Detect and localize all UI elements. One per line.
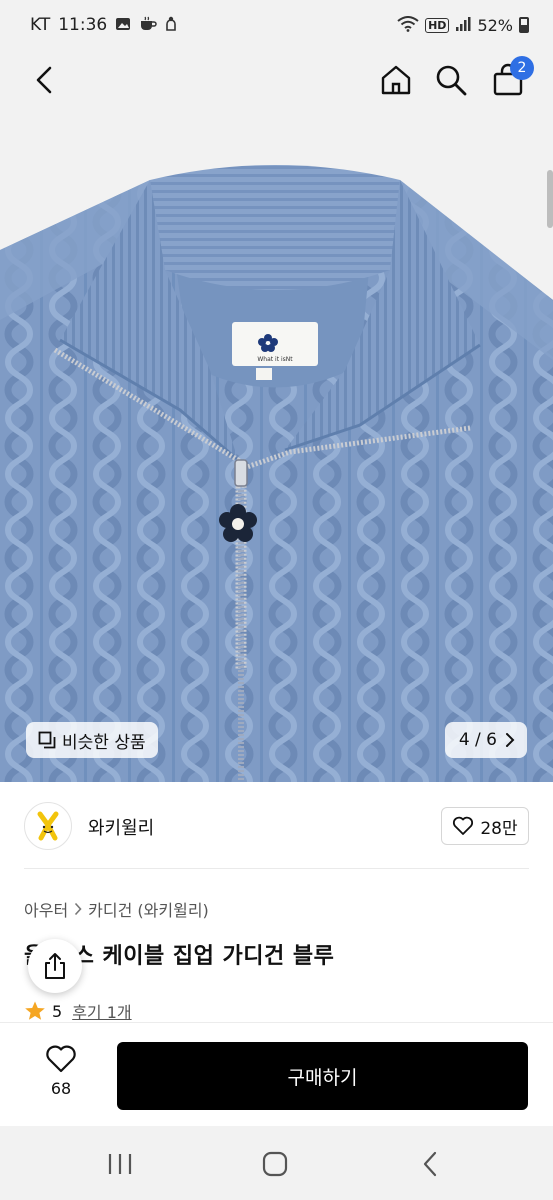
recent-apps-button[interactable] (100, 1148, 140, 1180)
gallery-notification-icon (115, 16, 131, 35)
system-navigation-bar (0, 1126, 553, 1200)
bottom-action-bar: 68 구매하기 (0, 1022, 553, 1126)
wishlist-count: 68 (50, 1079, 72, 1098)
signal-icon (455, 16, 471, 35)
breadcrumb-subcategory[interactable]: 카디건 (와키윌리) (88, 897, 209, 921)
home-circle-icon (262, 1151, 288, 1177)
clock: 11:36 (58, 15, 108, 35)
back-button[interactable] (28, 64, 60, 96)
chevron-right-icon (506, 733, 515, 747)
copy-icon (38, 731, 56, 749)
back-icon (36, 66, 52, 94)
person-notification-icon (165, 16, 177, 35)
product-photo: What it isNt (0, 165, 553, 782)
brand-row: 와키윌리 28만 (0, 800, 553, 852)
heart-icon (453, 816, 474, 835)
rating-value: 5 (52, 1001, 63, 1021)
back-arrow-icon (423, 1151, 437, 1177)
home-button[interactable] (378, 62, 414, 98)
battery-percent: 52% (477, 15, 513, 35)
top-nav: 2 (0, 50, 553, 110)
chevron-right-icon (75, 902, 82, 916)
brand-logo-icon (37, 811, 59, 841)
coffee-notification-icon (139, 16, 157, 35)
buy-button[interactable]: 구매하기 (117, 1042, 528, 1110)
divider (24, 868, 529, 869)
breadcrumb-category[interactable]: 아우터 (24, 897, 68, 921)
garment-label-text: What it isNt (257, 356, 293, 363)
star-icon (25, 1001, 45, 1020)
home-system-button[interactable] (255, 1148, 295, 1180)
similar-items-label: 비슷한 상품 (62, 732, 146, 753)
home-icon (381, 65, 411, 95)
battery-icon (519, 17, 529, 33)
brand-like-button[interactable]: 28만 (441, 807, 529, 845)
cart-count-badge: 2 (510, 56, 534, 80)
brand-like-count: 28만 (480, 818, 518, 839)
page-indicator: 4 / 6 (458, 730, 497, 750)
back-system-button[interactable] (410, 1148, 450, 1180)
status-bar: KT 11:36 HD 52% (0, 0, 553, 50)
search-icon (436, 65, 467, 96)
hd-badge: HD (425, 17, 450, 33)
heart-icon (46, 1045, 76, 1073)
breadcrumb: 아우터 카디건 (와키윌리) (24, 897, 209, 921)
scrollbar[interactable] (547, 170, 553, 228)
wishlist-button[interactable]: 68 (34, 1045, 88, 1107)
product-image-gallery[interactable]: What it isNt 비슷한 상품 4 / 6 (0, 110, 553, 782)
cart-button[interactable]: 2 (490, 56, 534, 98)
image-pager[interactable]: 4 / 6 (444, 722, 527, 758)
rating-row: 5 후기 1개 (24, 999, 132, 1023)
brand-logo[interactable] (24, 802, 72, 850)
carrier-label: KT (30, 15, 51, 35)
recent-apps-icon (108, 1154, 132, 1174)
share-button[interactable] (28, 939, 82, 993)
wifi-icon (397, 15, 419, 35)
search-button[interactable] (433, 62, 469, 98)
share-icon (45, 953, 65, 979)
brand-name[interactable]: 와키윌리 (88, 814, 154, 840)
similar-items-button[interactable]: 비슷한 상품 (26, 722, 158, 758)
review-link[interactable]: 후기 1개 (72, 999, 131, 1023)
